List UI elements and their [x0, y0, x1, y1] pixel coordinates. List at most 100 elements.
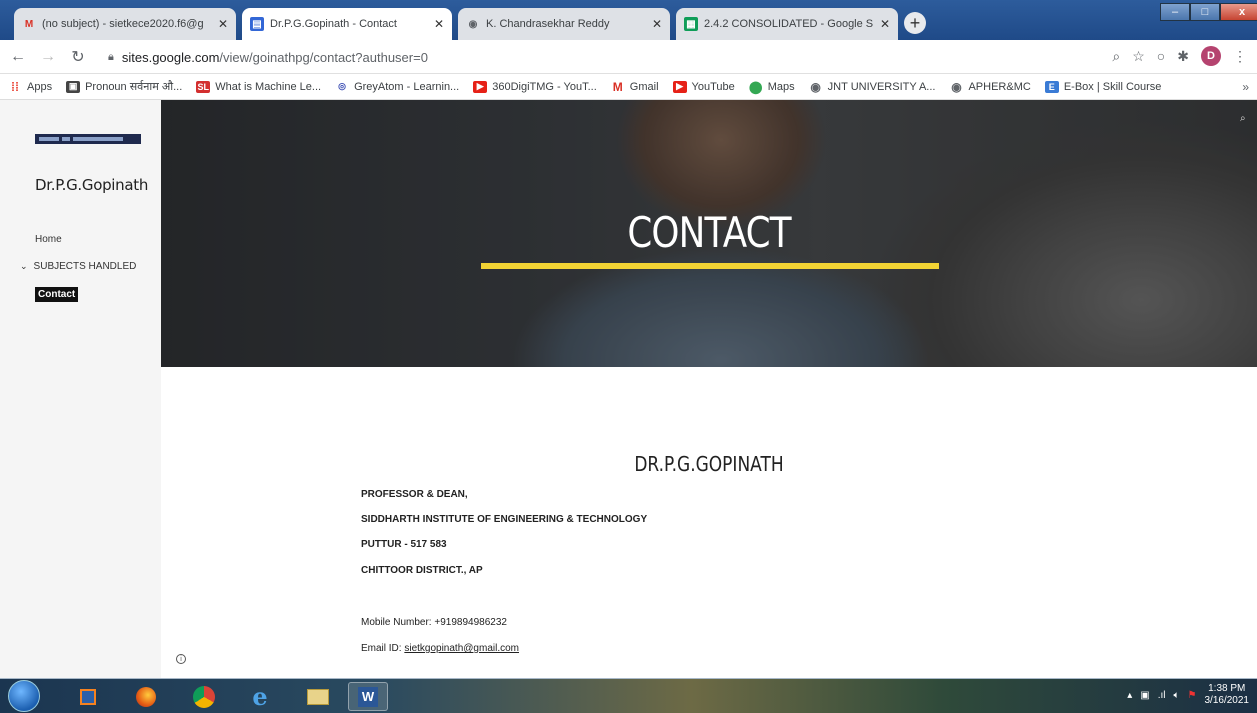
gmail-icon: M	[24, 18, 34, 30]
tab-title: Dr.P.G.Gopinath - Contact	[270, 18, 397, 30]
chrome-icon[interactable]	[184, 682, 224, 711]
maps-icon: ⬤	[749, 79, 763, 94]
apps-grid-icon: ⁞⁞	[11, 79, 19, 94]
ebox-icon: E	[1044, 80, 1059, 93]
bookmark-pronoun[interactable]: ▣ Pronoun सर्वनाम औ...	[66, 79, 182, 94]
nav-item-subjects-handled[interactable]: ⌄ SUBJECTS HANDLED	[20, 261, 136, 272]
bookmark-jntu[interactable]: ◉ JNT UNIVERSITY A...	[809, 80, 936, 94]
file-explorer-icon[interactable]	[298, 682, 338, 711]
contact-line: PROFESSOR & DEAN,	[361, 489, 468, 500]
page-title: CONTACT	[627, 208, 791, 257]
word-icon[interactable]: W	[348, 682, 388, 711]
close-icon[interactable]: ✕	[652, 17, 662, 31]
volume-icon[interactable]: 🔈︎	[1174, 690, 1180, 701]
bookmark-label: Pronoun सर्वनाम औ...	[85, 81, 183, 93]
google-sheets-icon: ▦	[684, 17, 698, 31]
close-icon[interactable]: ✕	[880, 17, 890, 31]
bookmark-label: Maps	[767, 80, 795, 93]
profile-avatar[interactable]: D	[1201, 46, 1221, 66]
media-player-icon[interactable]	[68, 682, 108, 711]
bookmark-label: JNT UNIVERSITY A...	[827, 80, 936, 93]
forward-arrow-icon[interactable]: →	[36, 45, 60, 69]
bookmark-label: YouTube	[691, 80, 735, 93]
youtube-icon: ▶	[672, 80, 687, 93]
toolbar-icons: ⌕ ☆ ○ ✱ D ⋮	[1112, 46, 1247, 66]
extension-circle-icon[interactable]: ○	[1157, 48, 1165, 64]
site-sidebar: Dr.P.G.Gopinath Home ⌄ SUBJECTS HANDLED C…	[0, 100, 161, 678]
globe-icon: ◉	[951, 79, 962, 94]
bookmark-maps[interactable]: ⬤ Maps	[749, 79, 795, 94]
close-icon[interactable]: ✕	[218, 17, 228, 31]
bookmark-greyatom[interactable]: ◎ GreyAtom - Learnin...	[335, 81, 459, 93]
browser-toolbar: ← → ↻ 🔒︎ sites.google.com /view/goinathp…	[0, 40, 1257, 74]
search-icon[interactable]: ⌕	[1240, 113, 1250, 124]
reload-icon[interactable]: ↻	[66, 45, 90, 69]
email-label: Email ID:	[361, 643, 405, 654]
menu-dots-icon[interactable]: ⋮	[1233, 48, 1247, 65]
network-device-icon[interactable]: ▣	[1140, 690, 1149, 701]
bookmark-360digitmg[interactable]: ▶ 360DigiTMG - YouT...	[473, 80, 597, 93]
info-icon[interactable]: i	[176, 654, 186, 664]
bookmark-icon: ▣	[66, 80, 81, 93]
title-underline	[481, 263, 939, 269]
tab-contact[interactable]: ▤ Dr.P.G.Gopinath - Contact ✕	[242, 8, 452, 40]
tab-gmail[interactable]: M (no subject) - sietkece2020.f6@g ✕	[14, 8, 236, 40]
contact-line: SIDDHARTH INSTITUTE OF ENGINEERING & TEC…	[361, 514, 648, 525]
system-tray: ▴ ▣ .ıl 🔈︎ ⚑ 1:38 PM 3/16/2021	[1127, 683, 1249, 707]
url-path: /view/goinathpg/contact?authuser=0	[219, 49, 428, 65]
sl-icon: SL	[196, 80, 211, 93]
contact-line: CHITTOOR DISTRICT., AP	[361, 565, 483, 576]
tab-sheets[interactable]: ▦ 2.4.2 CONSOLIDATED - Google S ✕	[676, 8, 898, 40]
maximize-button[interactable]: □	[1190, 3, 1220, 21]
hero-banner: CONTACT	[161, 100, 1257, 367]
clock-date: 3/16/2021	[1204, 695, 1250, 706]
windows-taskbar: e W ▴ ▣ .ıl 🔈︎ ⚑ 1:38 PM 3/16/2021	[0, 678, 1257, 713]
contact-name-heading: DR.P.G.GOPINATH	[634, 452, 784, 476]
bookmark-label: What is Machine Le...	[215, 80, 322, 93]
window-close-button[interactable]: x	[1220, 3, 1257, 21]
bookmark-youtube[interactable]: ▶ YouTube	[672, 80, 735, 93]
clock-time: 1:38 PM	[1208, 683, 1246, 694]
tray-expand-icon[interactable]: ▴	[1127, 690, 1132, 701]
lock-icon[interactable]: 🔒︎	[108, 51, 114, 64]
clock[interactable]: 1:38 PM 3/16/2021	[1205, 683, 1250, 707]
globe-icon: ◉	[468, 18, 478, 30]
bookmark-gmail[interactable]: M Gmail	[611, 80, 659, 94]
close-icon[interactable]: ✕	[434, 17, 444, 31]
bookmark-label: Gmail	[629, 80, 659, 93]
tab-chandrasekhar[interactable]: ◉ K. Chandrasekhar Reddy ✕	[458, 8, 670, 40]
bookmark-apps[interactable]: ⁞⁞ Apps	[8, 79, 52, 94]
bookmark-star-icon[interactable]: ☆	[1132, 48, 1145, 65]
browser-tab-strip: M (no subject) - sietkece2020.f6@g ✕ ▤ D…	[0, 0, 1257, 40]
tab-title: (no subject) - sietkece2020.f6@g	[42, 18, 204, 30]
internet-explorer-icon[interactable]: e	[240, 682, 280, 711]
site-logo[interactable]	[35, 134, 141, 144]
nav-item-contact[interactable]: Contact	[35, 287, 79, 302]
email-line: Email ID: sietkgopinath@gmail.com	[361, 643, 519, 654]
new-tab-button[interactable]: +	[904, 12, 926, 34]
greyatom-icon: ◎	[338, 81, 346, 91]
extensions-puzzle-icon[interactable]: ✱	[1177, 48, 1189, 65]
bookmark-label: E-Box | Skill Course	[1063, 80, 1162, 93]
action-center-flag-icon[interactable]: ⚑	[1188, 690, 1197, 701]
nav-item-home[interactable]: Home	[35, 234, 62, 245]
signal-icon[interactable]: .ıl	[1158, 690, 1166, 701]
email-link[interactable]: sietkgopinath@gmail.com	[404, 643, 519, 654]
bookmarks-overflow-icon[interactable]: »	[1242, 80, 1249, 94]
firefox-icon[interactable]	[126, 682, 166, 711]
chevron-down-icon[interactable]: ⌄	[20, 261, 28, 272]
bookmarks-bar: ⁞⁞ Apps ▣ Pronoun सर्वनाम औ... SL What i…	[0, 74, 1257, 100]
back-arrow-icon[interactable]: ←	[6, 45, 30, 69]
contact-line: PUTTUR - 517 583	[361, 539, 447, 550]
zoom-icon[interactable]: ⌕	[1112, 48, 1120, 65]
bookmark-label: GreyAtom - Learnin...	[354, 80, 460, 93]
bookmark-apher[interactable]: ◉ APHER&MC	[949, 79, 1031, 94]
address-bar[interactable]: 🔒︎ sites.google.com /view/goinathpg/cont…	[108, 44, 1108, 70]
site-title[interactable]: Dr.P.G.Gopinath	[35, 176, 148, 194]
google-sites-icon: ▤	[250, 17, 264, 31]
bookmark-machine-learning[interactable]: SL What is Machine Le...	[196, 80, 322, 93]
bookmark-ebox[interactable]: E E-Box | Skill Course	[1044, 80, 1162, 93]
minimize-button[interactable]: –	[1160, 3, 1190, 21]
nav-item-label: SUBJECTS HANDLED	[33, 261, 137, 272]
start-button[interactable]	[8, 680, 40, 712]
